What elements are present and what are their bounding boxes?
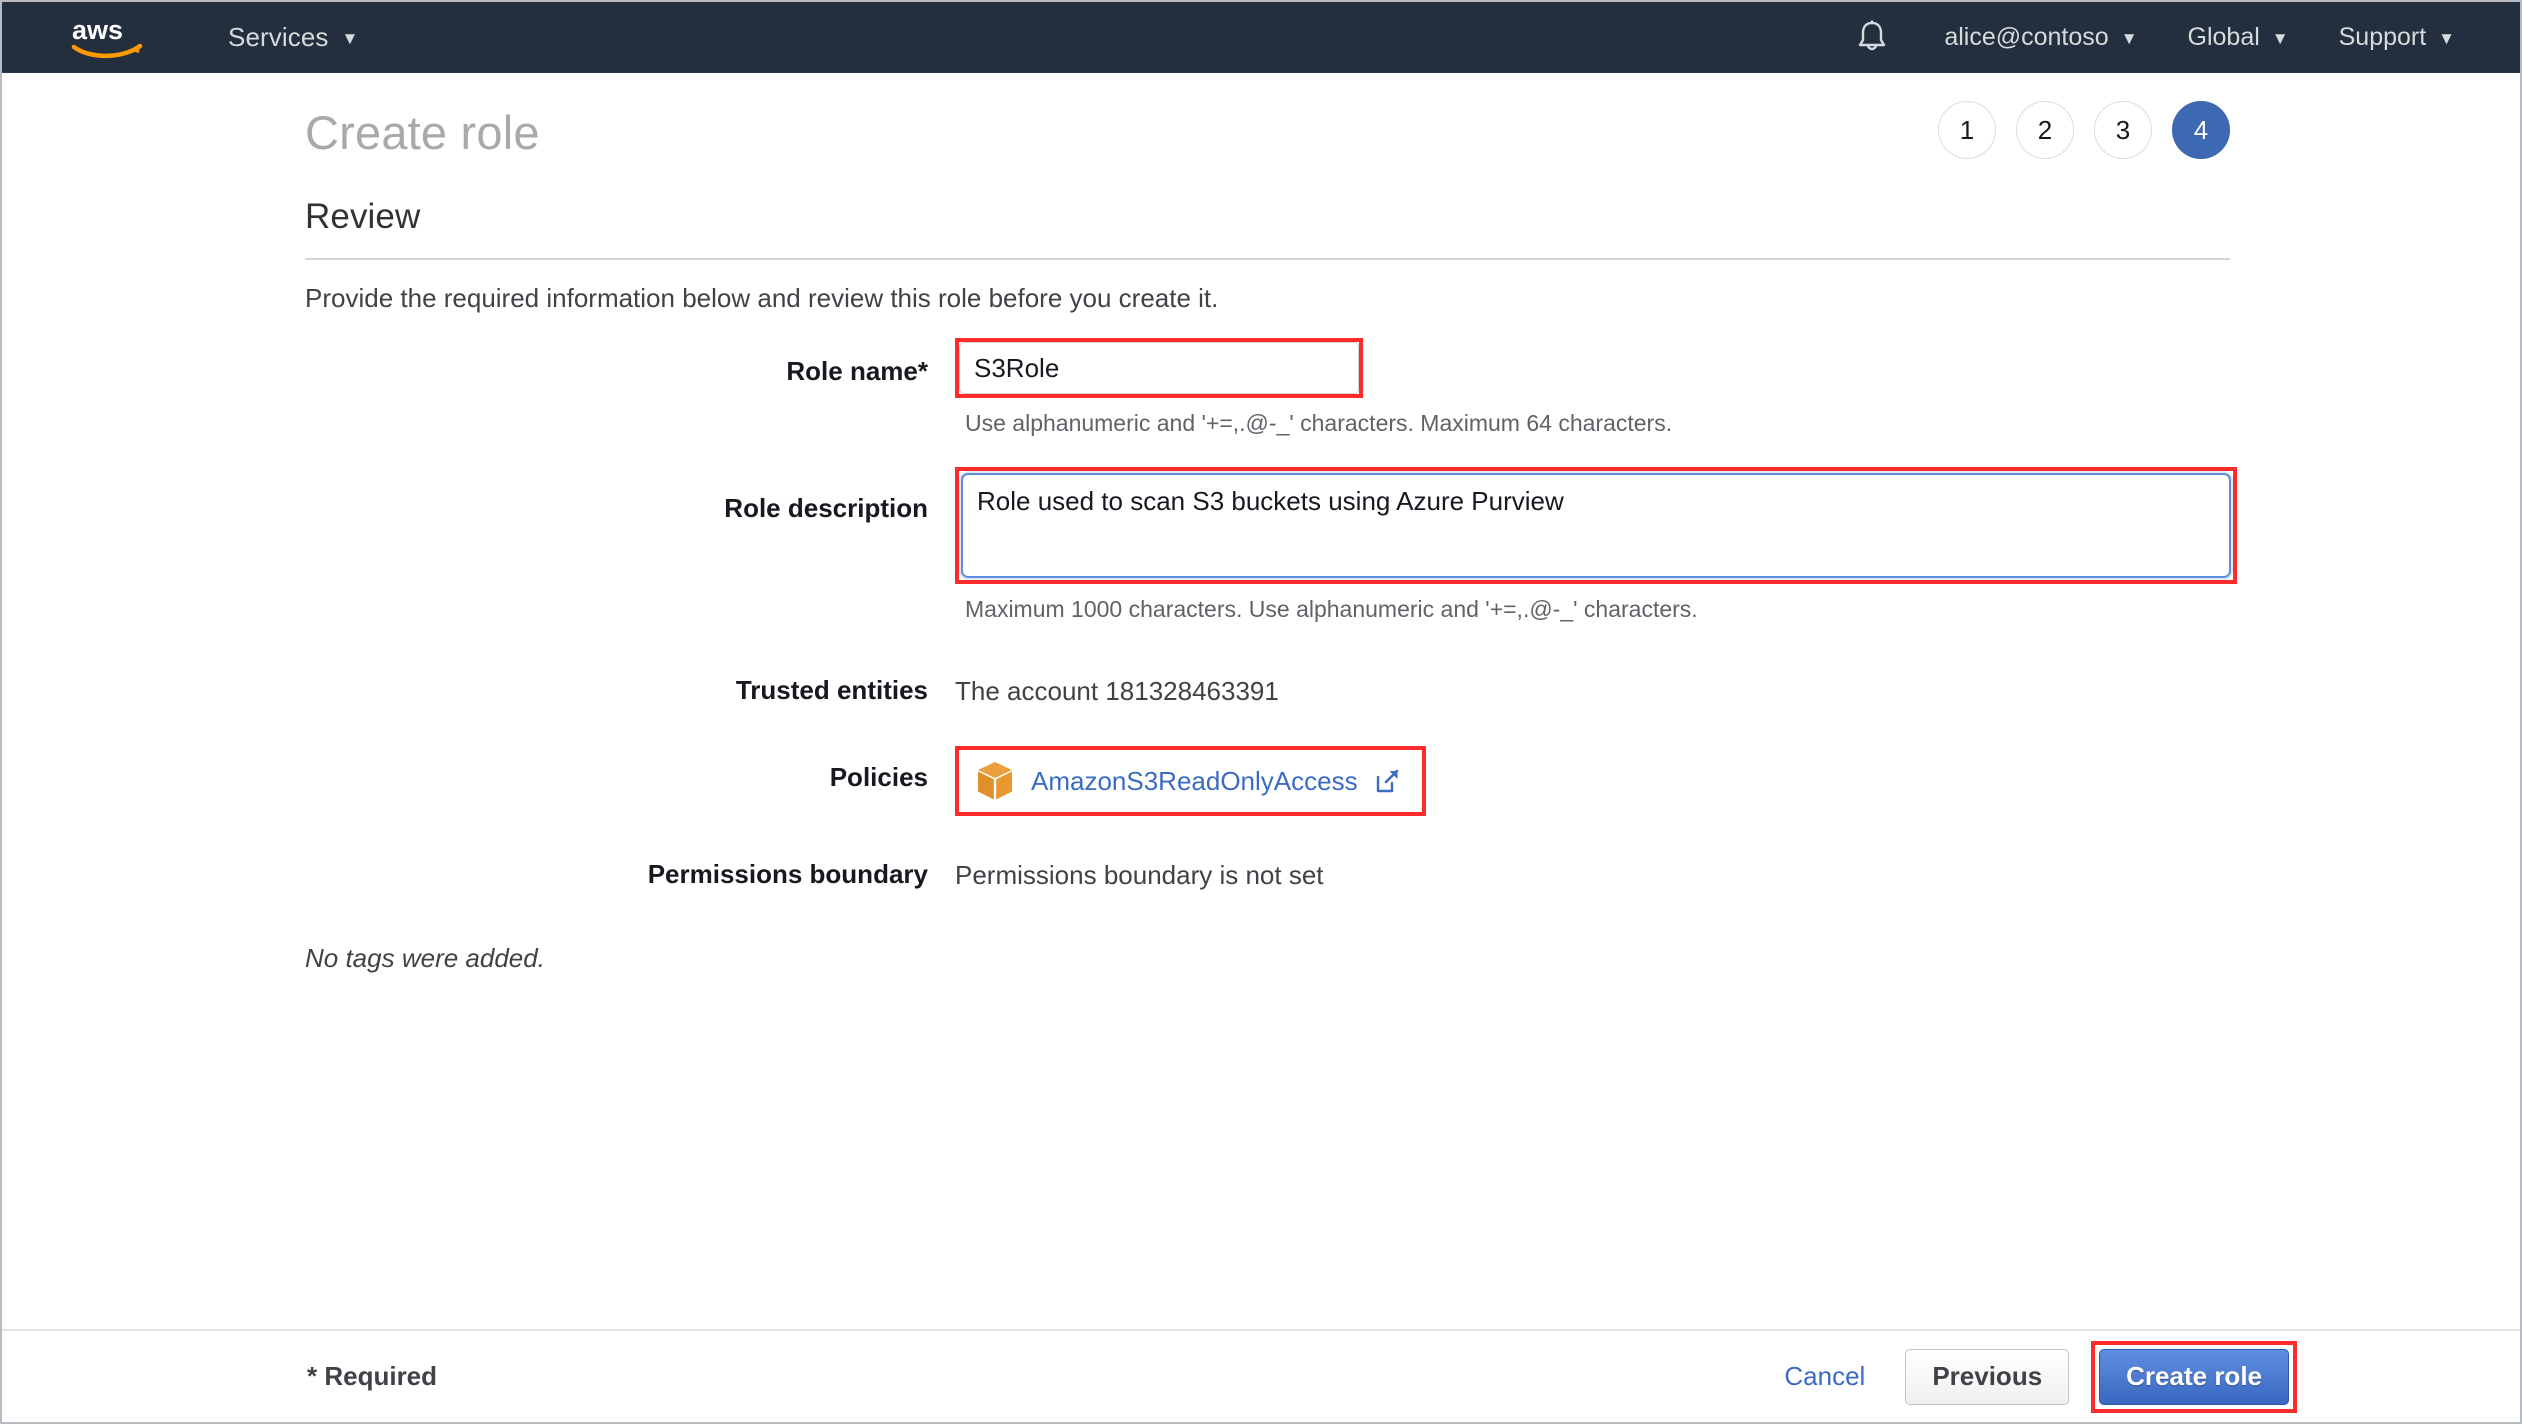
page-title: Create role [305, 106, 540, 159]
page-intro-text: Provide the required information below a… [305, 283, 1219, 313]
permissions-boundary-label: Permissions boundary [647, 859, 928, 889]
policies-row: Policies AmazonS3ReadOnlyAccess [305, 746, 2230, 816]
nav-right-group: alice@contoso ▼ Global ▼ Support ▼ [1825, 19, 2520, 55]
page-content: Create role 1 2 3 4 Review Provide the r… [305, 73, 2237, 974]
header-divider [305, 258, 2230, 260]
role-name-annotation [955, 338, 1363, 398]
browser-window: aws Services ▼ alice@contoso ▼ Global ▼ … [0, 0, 2522, 1424]
nav-support-label: Support [2338, 22, 2427, 51]
aws-logo-icon[interactable]: aws [70, 13, 148, 61]
trusted-entities-value: The account 181328463391 [955, 676, 1279, 706]
role-description-textarea[interactable] [961, 473, 2231, 578]
create-role-page: Create role 1 2 3 4 Review Provide the r… [2, 73, 2520, 1422]
create-role-annotation: Create role [2091, 1340, 2297, 1413]
role-description-row: Role description Maximum 1000 characters… [305, 467, 2237, 623]
role-name-hint: Use alphanumeric and '+=,.@-_' character… [965, 410, 1673, 436]
required-note: * Required [307, 1361, 438, 1391]
nav-region-label: Global [2187, 22, 2260, 51]
trusted-entities-field: The account 181328463391 [955, 675, 2230, 707]
nav-services-label: Services [228, 21, 329, 52]
role-name-field: Use alphanumeric and '+=,.@-_' character… [955, 338, 2230, 437]
aws-global-navbar: aws Services ▼ alice@contoso ▼ Global ▼ … [2, 2, 2520, 73]
chevron-down-icon: ▼ [2438, 28, 2455, 48]
footer-actions: Cancel Previous Create role [1766, 1340, 2297, 1413]
chevron-down-icon: ▼ [341, 28, 359, 48]
role-description-label: Role description [724, 493, 928, 523]
role-name-label: Role name* [786, 356, 928, 386]
tags-note: No tags were added. [305, 943, 545, 973]
permissions-boundary-field: Permissions boundary is not set [955, 859, 2230, 891]
policy-cube-icon [978, 762, 1012, 800]
external-link-icon[interactable] [1375, 769, 1400, 794]
policies-annotation: AmazonS3ReadOnlyAccess [955, 746, 1426, 816]
wizard-step-2[interactable]: 2 [2016, 101, 2074, 159]
cancel-button[interactable]: Cancel [1766, 1361, 1883, 1392]
policy-item[interactable]: AmazonS3ReadOnlyAccess [959, 750, 1422, 812]
nav-services-menu[interactable]: Services ▼ [228, 22, 358, 53]
policies-field: AmazonS3ReadOnlyAccess [955, 746, 2230, 816]
nav-region-menu[interactable]: Global ▼ [2163, 23, 2314, 52]
notifications-bell-icon[interactable] [1825, 19, 1919, 55]
review-form: Role name* Use alphanumeric and '+=,.@-_… [305, 338, 2237, 974]
nav-account-label: alice@contoso [1944, 22, 2109, 51]
trusted-entities-row: Trusted entities The account 18132846339… [305, 675, 2230, 707]
section-title: Review [305, 197, 421, 236]
permissions-boundary-value: Permissions boundary is not set [955, 860, 1324, 890]
permissions-boundary-row: Permissions boundary Permissions boundar… [305, 859, 2230, 891]
svg-text:aws: aws [72, 15, 123, 45]
wizard-step-1[interactable]: 1 [1938, 101, 1996, 159]
policies-label: Policies [829, 762, 928, 792]
previous-button[interactable]: Previous [1905, 1348, 2070, 1405]
role-name-row: Role name* Use alphanumeric and '+=,.@-_… [305, 338, 2230, 437]
wizard-step-3[interactable]: 3 [2094, 101, 2152, 159]
trusted-entities-label: Trusted entities [735, 675, 928, 705]
page-header: Create role 1 2 3 4 [305, 73, 2230, 189]
create-role-button[interactable]: Create role [2099, 1348, 2289, 1405]
role-description-hint: Maximum 1000 characters. Use alphanumeri… [965, 596, 1698, 622]
chevron-down-icon: ▼ [2271, 28, 2289, 48]
nav-support-menu[interactable]: Support ▼ [2314, 23, 2480, 52]
chevron-down-icon: ▼ [2120, 28, 2138, 48]
page-footer: * Required Cancel Previous Create role [2, 1329, 2520, 1422]
nav-account-menu[interactable]: alice@contoso ▼ [1919, 23, 2162, 52]
policy-link[interactable]: AmazonS3ReadOnlyAccess [1031, 766, 1358, 797]
wizard-step-4[interactable]: 4 [2172, 101, 2230, 159]
role-name-input[interactable] [959, 342, 1359, 394]
role-description-annotation [955, 467, 2237, 584]
role-description-field: Maximum 1000 characters. Use alphanumeri… [955, 467, 2237, 623]
wizard-step-indicator: 1 2 3 4 [1938, 101, 2230, 159]
